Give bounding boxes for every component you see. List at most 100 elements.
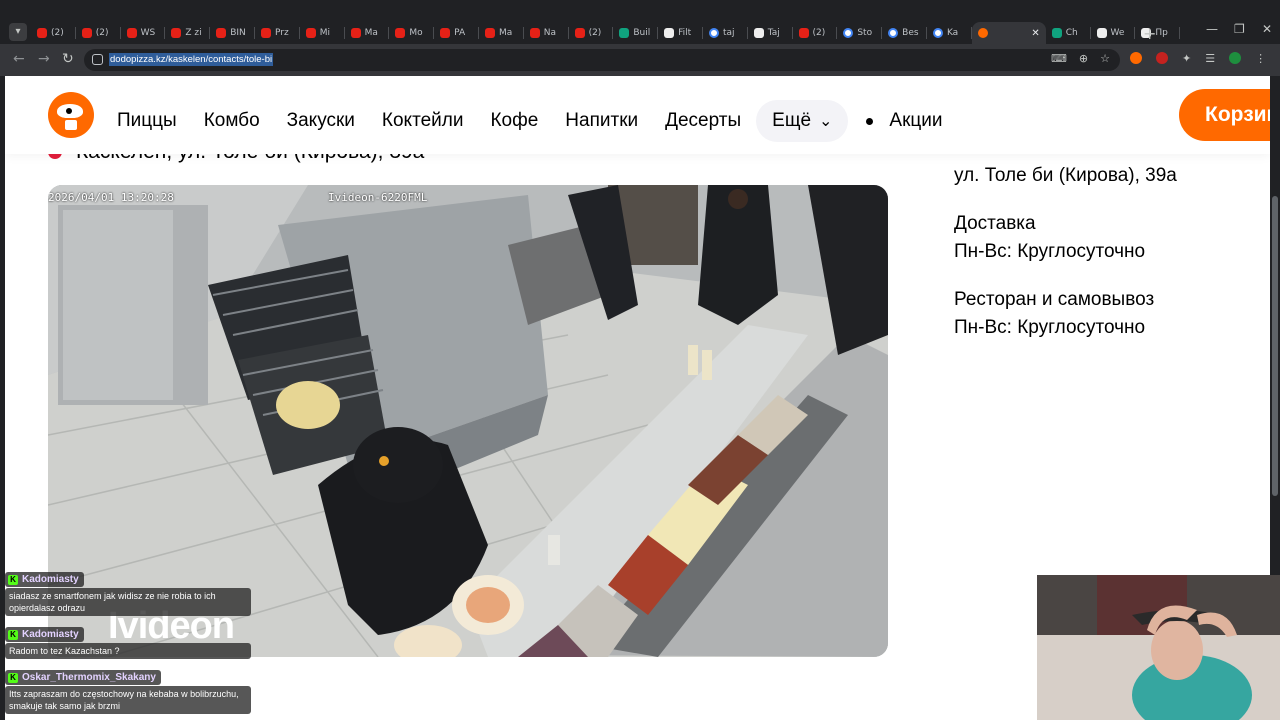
dodo-logo[interactable] xyxy=(48,92,94,138)
nav-item[interactable]: Напитки xyxy=(565,106,638,136)
chat-message: K Kadomiasty Radom to tez Kazachstan ? xyxy=(5,627,251,659)
browser-tab[interactable]: Buil xyxy=(613,22,658,44)
youtube-favicon-icon xyxy=(395,28,406,38)
tab-title: Na xyxy=(543,28,557,38)
menu-kebab-icon[interactable]: ⋮ xyxy=(1255,52,1266,65)
browser-tab[interactable]: taj xyxy=(703,22,748,44)
more-menu-button[interactable]: Ещё ⌄ xyxy=(756,100,849,142)
youtube-favicon-icon xyxy=(216,28,227,38)
address-bar[interactable]: dodopizza.kz/kaskelen/contacts/tole-bi ⌨… xyxy=(84,49,1120,71)
url-text[interactable]: dodopizza.kz/kaskelen/contacts/tole-bi xyxy=(109,53,274,66)
browser-tab[interactable]: (2) xyxy=(76,22,121,44)
bookmark-star-icon[interactable]: ☆ xyxy=(1100,52,1110,65)
extension-icon[interactable] xyxy=(1156,52,1168,64)
tab-title: Ch xyxy=(1065,28,1078,38)
browser-tab-strip: ▾ (2) (2) WS Z zi BIN Prz Mi Ma Mo PA Ma Na (2) Buil F… xyxy=(0,0,1280,44)
minimize-icon[interactable]: — xyxy=(1206,22,1218,36)
chat-message: K Oskar_Thermomix_Skakany Itts zapraszam … xyxy=(5,670,251,714)
tab-title: BIN xyxy=(230,28,246,38)
tab-title: Ma xyxy=(364,28,378,38)
tab-title: Z zi xyxy=(185,28,202,38)
profile-avatar[interactable] xyxy=(1229,52,1242,64)
scrollbar-thumb[interactable] xyxy=(1272,196,1278,496)
chat-message: K Kadomiasty siadasz ze smartfonem jak wi… xyxy=(5,572,251,616)
tab-title: Buil xyxy=(633,28,651,38)
youtube-favicon-icon xyxy=(350,28,361,38)
generic-favicon-icon xyxy=(664,28,675,38)
browser-tab[interactable]: Mi xyxy=(300,22,345,44)
tab-title: Ka xyxy=(946,28,959,38)
browser-tab[interactable]: Na xyxy=(524,22,569,44)
nav-item[interactable]: Коктейли xyxy=(382,106,464,136)
main-menu: Пиццы Комбо Закуски Коктейли Кофе Напитки Десе… xyxy=(117,100,970,142)
nav-item[interactable]: Закуски xyxy=(287,106,355,136)
browser-tab[interactable]: ✕ xyxy=(971,22,1046,44)
browser-tab[interactable]: Z zi xyxy=(165,22,210,44)
forward-icon[interactable]: → xyxy=(38,51,50,67)
close-window-icon[interactable]: ✕ xyxy=(1262,22,1272,36)
translate-icon[interactable]: ⌨ xyxy=(1051,52,1067,65)
new-tab-button[interactable]: + xyxy=(1143,24,1156,43)
reading-list-icon[interactable]: ☰ xyxy=(1205,52,1215,65)
tab-title: (2) xyxy=(588,28,602,38)
browser-tab[interactable]: Prz xyxy=(255,22,300,44)
browser-tab[interactable]: PA xyxy=(434,22,479,44)
restaurant-title: Ресторан и самовывоз xyxy=(954,289,1155,310)
youtube-favicon-icon xyxy=(260,28,271,38)
back-icon[interactable]: ← xyxy=(13,51,25,67)
chatgpt-favicon-icon xyxy=(1051,28,1062,38)
builder-favicon-icon xyxy=(619,28,630,38)
tab-title: Mi xyxy=(319,28,331,38)
nav-item-promotions[interactable]: Акции xyxy=(889,106,942,136)
webcam-frame xyxy=(1037,575,1280,720)
cart-button[interactable]: Корзина xyxy=(1179,89,1270,141)
nav-item[interactable]: Комбо xyxy=(204,106,260,136)
tab-list: (2) (2) WS Z zi BIN Prz Mi Ma Mo PA Ma Na (2) Buil Fil… xyxy=(31,22,1180,44)
wikipedia-favicon-icon xyxy=(753,28,764,38)
tab-search-icon[interactable]: ▾ xyxy=(9,23,27,41)
youtube-favicon-icon xyxy=(81,28,92,38)
tab-title: Taj xyxy=(767,28,780,38)
browser-tab[interactable]: Ma xyxy=(345,22,390,44)
browser-toolbar: ← → ↻ dodopizza.kz/kaskelen/contacts/tol… xyxy=(0,44,1280,76)
tab-title: (2) xyxy=(95,28,109,38)
browser-tab[interactable]: Filt xyxy=(658,22,703,44)
tab-title: taj xyxy=(722,28,735,38)
close-tab-icon[interactable]: ✕ xyxy=(1031,28,1039,39)
tab-title: Bes xyxy=(902,28,919,38)
extension-icon[interactable] xyxy=(1130,52,1142,64)
browser-tab[interactable]: WS xyxy=(121,22,166,44)
extensions-puzzle-icon[interactable]: ✦ xyxy=(1182,52,1191,65)
restaurant-hours: Пн-Вс: Круглосуточно xyxy=(954,317,1146,338)
site-info-icon[interactable] xyxy=(92,54,103,65)
tab-title: (2) xyxy=(812,28,826,38)
promo-dot-icon xyxy=(866,117,874,125)
browser-tab[interactable]: Ka xyxy=(927,22,972,44)
browser-tab[interactable]: BIN xyxy=(210,22,255,44)
nav-item[interactable]: Кофе xyxy=(490,106,538,136)
kick-badge-icon: K xyxy=(8,629,18,640)
google-favicon-icon xyxy=(708,28,719,38)
zoom-icon[interactable]: ⊕ xyxy=(1079,52,1088,65)
browser-tab[interactable]: (2) xyxy=(569,22,614,44)
browser-tab[interactable]: Ma xyxy=(479,22,524,44)
nav-item[interactable]: Пиццы xyxy=(117,106,177,136)
browser-tab[interactable]: We xyxy=(1091,22,1136,44)
youtube-favicon-icon xyxy=(126,28,137,38)
youtube-favicon-icon xyxy=(37,28,47,38)
browser-tab[interactable]: (2) xyxy=(31,22,76,44)
browser-tab[interactable]: Sto xyxy=(837,22,882,44)
google-translate-favicon-icon xyxy=(932,28,943,38)
browser-tab[interactable]: Taj xyxy=(748,22,793,44)
chevron-down-icon: ⌄ xyxy=(819,113,833,130)
youtube-favicon-icon xyxy=(484,28,495,38)
browser-tab[interactable]: Bes xyxy=(882,22,927,44)
maximize-icon[interactable]: ❐ xyxy=(1234,22,1245,36)
streamer-webcam xyxy=(1037,575,1280,720)
reload-icon[interactable]: ↻ xyxy=(62,51,74,67)
browser-tab[interactable]: Ch xyxy=(1046,22,1091,44)
tab-title: Пр xyxy=(1155,28,1168,38)
browser-tab[interactable]: (2) xyxy=(793,22,838,44)
browser-tab[interactable]: Mo xyxy=(389,22,434,44)
nav-item[interactable]: Десерты xyxy=(665,106,741,136)
